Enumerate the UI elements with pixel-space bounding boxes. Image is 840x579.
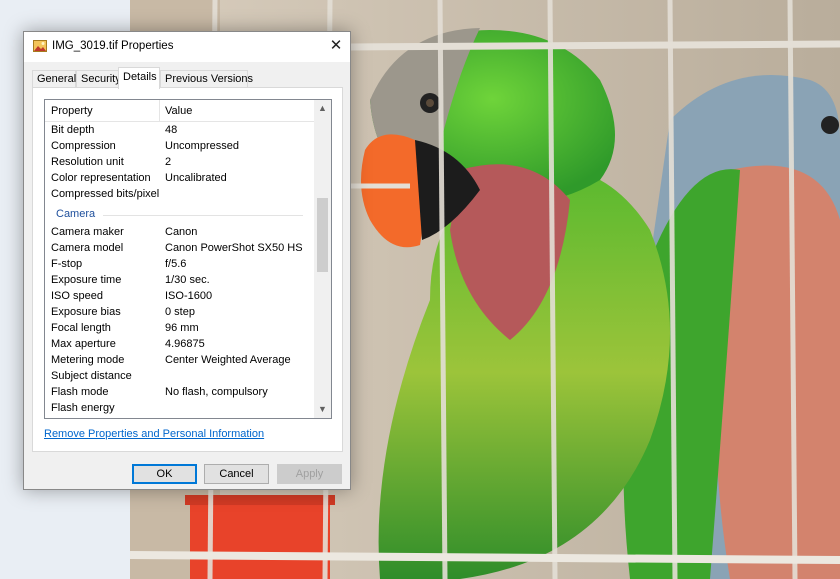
group-label: Camera	[56, 208, 96, 220]
group-header-camera: Camera	[45, 206, 315, 224]
property-value: Uncalibrated	[165, 172, 227, 184]
property-value: 0 step	[165, 306, 195, 318]
property-name: Flash energy	[51, 402, 115, 414]
column-header-value[interactable]: Value	[165, 105, 192, 117]
property-name: Camera model	[51, 242, 124, 254]
property-name: Camera maker	[51, 226, 124, 238]
list-item[interactable]: Exposure bias 0 step	[45, 305, 315, 321]
property-name: Exposure bias	[51, 306, 121, 318]
properties-dialog: IMG_3019.tif Properties ✕ General Securi…	[23, 31, 351, 490]
property-name: ISO speed	[51, 290, 103, 302]
list-item[interactable]: F-stop f/5.6	[45, 257, 315, 273]
tab-general[interactable]: General	[32, 70, 76, 88]
list-item[interactable]: Bit depth 48	[45, 123, 315, 139]
group-divider	[103, 215, 303, 216]
image-file-icon	[33, 40, 47, 52]
property-name: Focal length	[51, 322, 111, 334]
property-name: Color representation	[51, 172, 151, 184]
title-bar[interactable]: IMG_3019.tif Properties ✕	[24, 32, 350, 62]
list-header: Property Value	[45, 100, 315, 122]
scroll-down-button[interactable]: ▼	[314, 401, 331, 418]
property-value: 2	[165, 156, 172, 168]
list-item[interactable]: Focal length 96 mm	[45, 321, 315, 337]
property-value: 4.96875	[165, 338, 205, 350]
property-name: Compression	[51, 140, 116, 152]
scroll-thumb[interactable]	[317, 198, 328, 272]
chevron-up-icon: ▲	[318, 103, 327, 113]
cancel-button[interactable]: Cancel	[204, 464, 269, 484]
apply-button[interactable]: Apply	[277, 464, 342, 484]
list-item[interactable]: Compressed bits/pixel	[45, 187, 315, 203]
property-value: f/5.6	[165, 258, 187, 270]
column-divider[interactable]	[159, 100, 160, 122]
property-value: No flash, compulsory	[165, 386, 268, 398]
tab-details[interactable]: Details	[118, 67, 160, 89]
tab-security[interactable]: Security	[76, 70, 121, 88]
column-header-property[interactable]: Property	[51, 105, 93, 117]
property-value: Uncompressed	[165, 140, 239, 152]
list-item[interactable]: Camera model Canon PowerShot SX50 HS	[45, 241, 315, 257]
property-name: Compressed bits/pixel	[51, 188, 160, 200]
list-item[interactable]: Exposure time 1/30 sec.	[45, 273, 315, 289]
list-item[interactable]: Flash energy	[45, 401, 315, 417]
scroll-up-button[interactable]: ▲	[314, 100, 331, 117]
remove-properties-link[interactable]: Remove Properties and Personal Informati…	[44, 428, 264, 440]
list-item[interactable]: Subject distance	[45, 369, 315, 385]
property-name: Subject distance	[51, 370, 132, 382]
list-item[interactable]: Compression Uncompressed	[45, 139, 315, 155]
property-value: Canon	[165, 226, 198, 238]
property-name: Metering mode	[51, 354, 125, 366]
property-name: Resolution unit	[51, 156, 124, 168]
close-button[interactable]: ✕	[322, 32, 350, 60]
properties-list[interactable]: Property Value Bit depth 48 Compression …	[44, 99, 332, 419]
tab-previous-versions[interactable]: Previous Versions	[160, 70, 253, 88]
list-item[interactable]: Max aperture 4.96875	[45, 337, 315, 353]
window-title: IMG_3019.tif Properties	[52, 40, 174, 52]
ok-button[interactable]: OK	[132, 464, 197, 484]
property-name: F-stop	[51, 258, 83, 270]
property-value: ISO-1600	[165, 290, 213, 302]
property-value: Canon PowerShot SX50 HS	[165, 242, 303, 254]
property-name: Flash mode	[51, 386, 109, 398]
property-value: 48	[165, 124, 178, 136]
property-value: Center Weighted Average	[165, 354, 291, 366]
chevron-down-icon: ▼	[318, 404, 327, 414]
property-name: Bit depth	[51, 124, 95, 136]
property-value: 1/30 sec.	[165, 274, 210, 286]
vertical-scrollbar[interactable]: ▲ ▼	[314, 100, 331, 418]
list-item[interactable]: Camera maker Canon	[45, 225, 315, 241]
property-name: Exposure time	[51, 274, 122, 286]
property-name: Max aperture	[51, 338, 116, 350]
property-value: 96 mm	[165, 322, 199, 334]
list-item[interactable]: Color representation Uncalibrated	[45, 171, 315, 187]
list-item[interactable]: ISO speed ISO-1600	[45, 289, 315, 305]
list-item[interactable]: Resolution unit 2	[45, 155, 315, 171]
list-item[interactable]: Metering mode Center Weighted Average	[45, 353, 315, 369]
list-item[interactable]: Flash mode No flash, compulsory	[45, 385, 315, 401]
close-icon: ✕	[329, 37, 343, 54]
details-panel: Property Value Bit depth 48 Compression …	[32, 87, 343, 452]
